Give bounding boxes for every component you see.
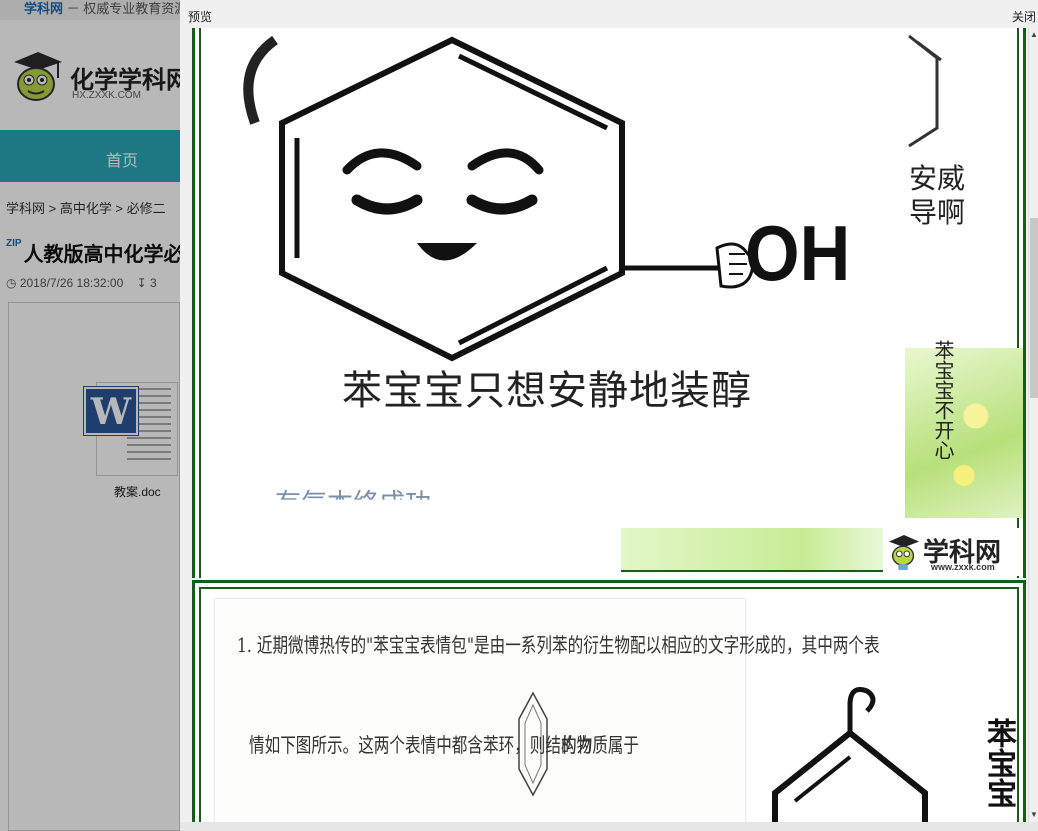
scroll-up-arrow-icon[interactable]: ▲ xyxy=(1030,30,1038,40)
viewer-gray-strip xyxy=(180,822,1038,831)
next-meme-hexagon xyxy=(772,687,928,822)
side-text-line: 安威 xyxy=(909,162,966,195)
next-meme-vertical-text: 苯宝宝 xyxy=(981,718,1016,808)
scrollbar-thumb[interactable] xyxy=(1030,218,1038,398)
green-band-decoration xyxy=(621,528,883,572)
meme-caption: 苯宝宝只想安静地装醇 xyxy=(342,368,752,414)
watermark-logo: 学科网 www.zxxk.com xyxy=(885,528,1023,576)
preview-scrollbar[interactable]: ▲ ▼ xyxy=(1028,28,1038,822)
preview-viewer[interactable]: OH 苯宝宝只想安静地装醇 安威 导啊 苯宝宝不开心 有气本终成功 学科网 ww… xyxy=(192,28,1026,822)
preview-dialog: 预览 关闭 OH 苯宝宝只想安静地装醇 安威 导啊 苯宝宝不开心 有气本终成功 … xyxy=(180,0,1038,831)
page-border xyxy=(199,28,201,578)
side-text-line: 导啊 xyxy=(909,196,966,229)
question-line-3: 的物质属于 xyxy=(561,733,639,757)
question-line-1: 1. 近期微博热传的"苯宝宝表情包"是由一系列苯的衍生物配以相应的文字形成的，其… xyxy=(237,633,880,657)
scroll-down-arrow-icon[interactable]: ▼ xyxy=(1030,810,1038,820)
partial-bottom-text: 有气本终成功 xyxy=(275,489,432,519)
dialog-title: 预览 xyxy=(188,10,213,24)
mascot-logo-icon xyxy=(888,535,920,570)
question-scan: 1. 近期微博热传的"苯宝宝表情包"是由一系列苯的衍生物配以相应的文字形成的，其… xyxy=(215,599,880,822)
partial-previous-meme xyxy=(243,35,279,125)
partial-side-text: 安威 导啊 xyxy=(909,162,965,230)
flower-decoration xyxy=(905,348,1023,518)
watermark-url: www.zxxk.com xyxy=(931,562,995,572)
close-button[interactable]: 关闭 xyxy=(1012,8,1036,25)
modal-overlay[interactable] xyxy=(0,0,180,831)
preview-page-1: OH 苯宝宝只想安静地装醇 安威 导啊 苯宝宝不开心 有气本终成功 学科网 ww… xyxy=(192,28,1026,578)
partial-next-meme xyxy=(908,34,942,148)
vertical-caption: 苯宝宝不开心 xyxy=(931,340,955,460)
preview-page-2: 1. 近期微博热传的"苯宝宝表情包"是由一系列苯的衍生物配以相应的文字形成的，其… xyxy=(192,580,1026,822)
question-line-2: 情如下图所示。这两个表情中都含苯环，则结构为 xyxy=(249,733,593,757)
oh-group-label: OH xyxy=(745,209,851,297)
